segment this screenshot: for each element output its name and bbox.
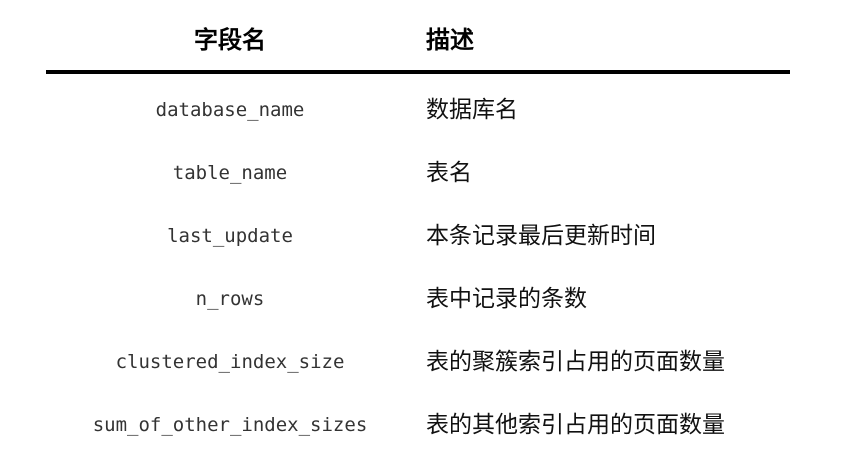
description-cell: 表名 <box>426 160 472 186</box>
field-name-cell: database_name <box>155 99 305 121</box>
table-row: table_name 表名 <box>46 142 790 205</box>
table-row: last_update 本条记录最后更新时间 <box>46 205 790 268</box>
table-row: sum_of_other_index_sizes 表的其他索引占用的页面数量 <box>46 394 790 457</box>
table-body: database_name 数据库名 table_name 表名 last_up… <box>46 74 790 457</box>
field-name-cell: n_rows <box>195 288 265 310</box>
field-name-cell: clustered_index_size <box>115 351 345 373</box>
description-cell: 表的其他索引占用的页面数量 <box>426 412 725 438</box>
description-cell: 表的聚簇索引占用的页面数量 <box>426 349 725 375</box>
description-cell: 数据库名 <box>426 97 518 123</box>
table-row: database_name 数据库名 <box>46 79 790 142</box>
header-description: 描述 <box>426 26 474 54</box>
description-cell: 本条记录最后更新时间 <box>426 223 656 249</box>
field-name-cell: sum_of_other_index_sizes <box>92 414 368 436</box>
field-name-cell: table_name <box>172 162 288 184</box>
table-header: 字段名 描述 <box>46 0 790 74</box>
header-field-name: 字段名 <box>194 26 266 54</box>
field-description-table: 字段名 描述 database_name 数据库名 table_name 表名 … <box>46 0 790 457</box>
field-name-cell: last_update <box>167 225 293 247</box>
table-row: n_rows 表中记录的条数 <box>46 268 790 331</box>
description-cell: 表中记录的条数 <box>426 286 587 312</box>
table-row: clustered_index_size 表的聚簇索引占用的页面数量 <box>46 331 790 394</box>
